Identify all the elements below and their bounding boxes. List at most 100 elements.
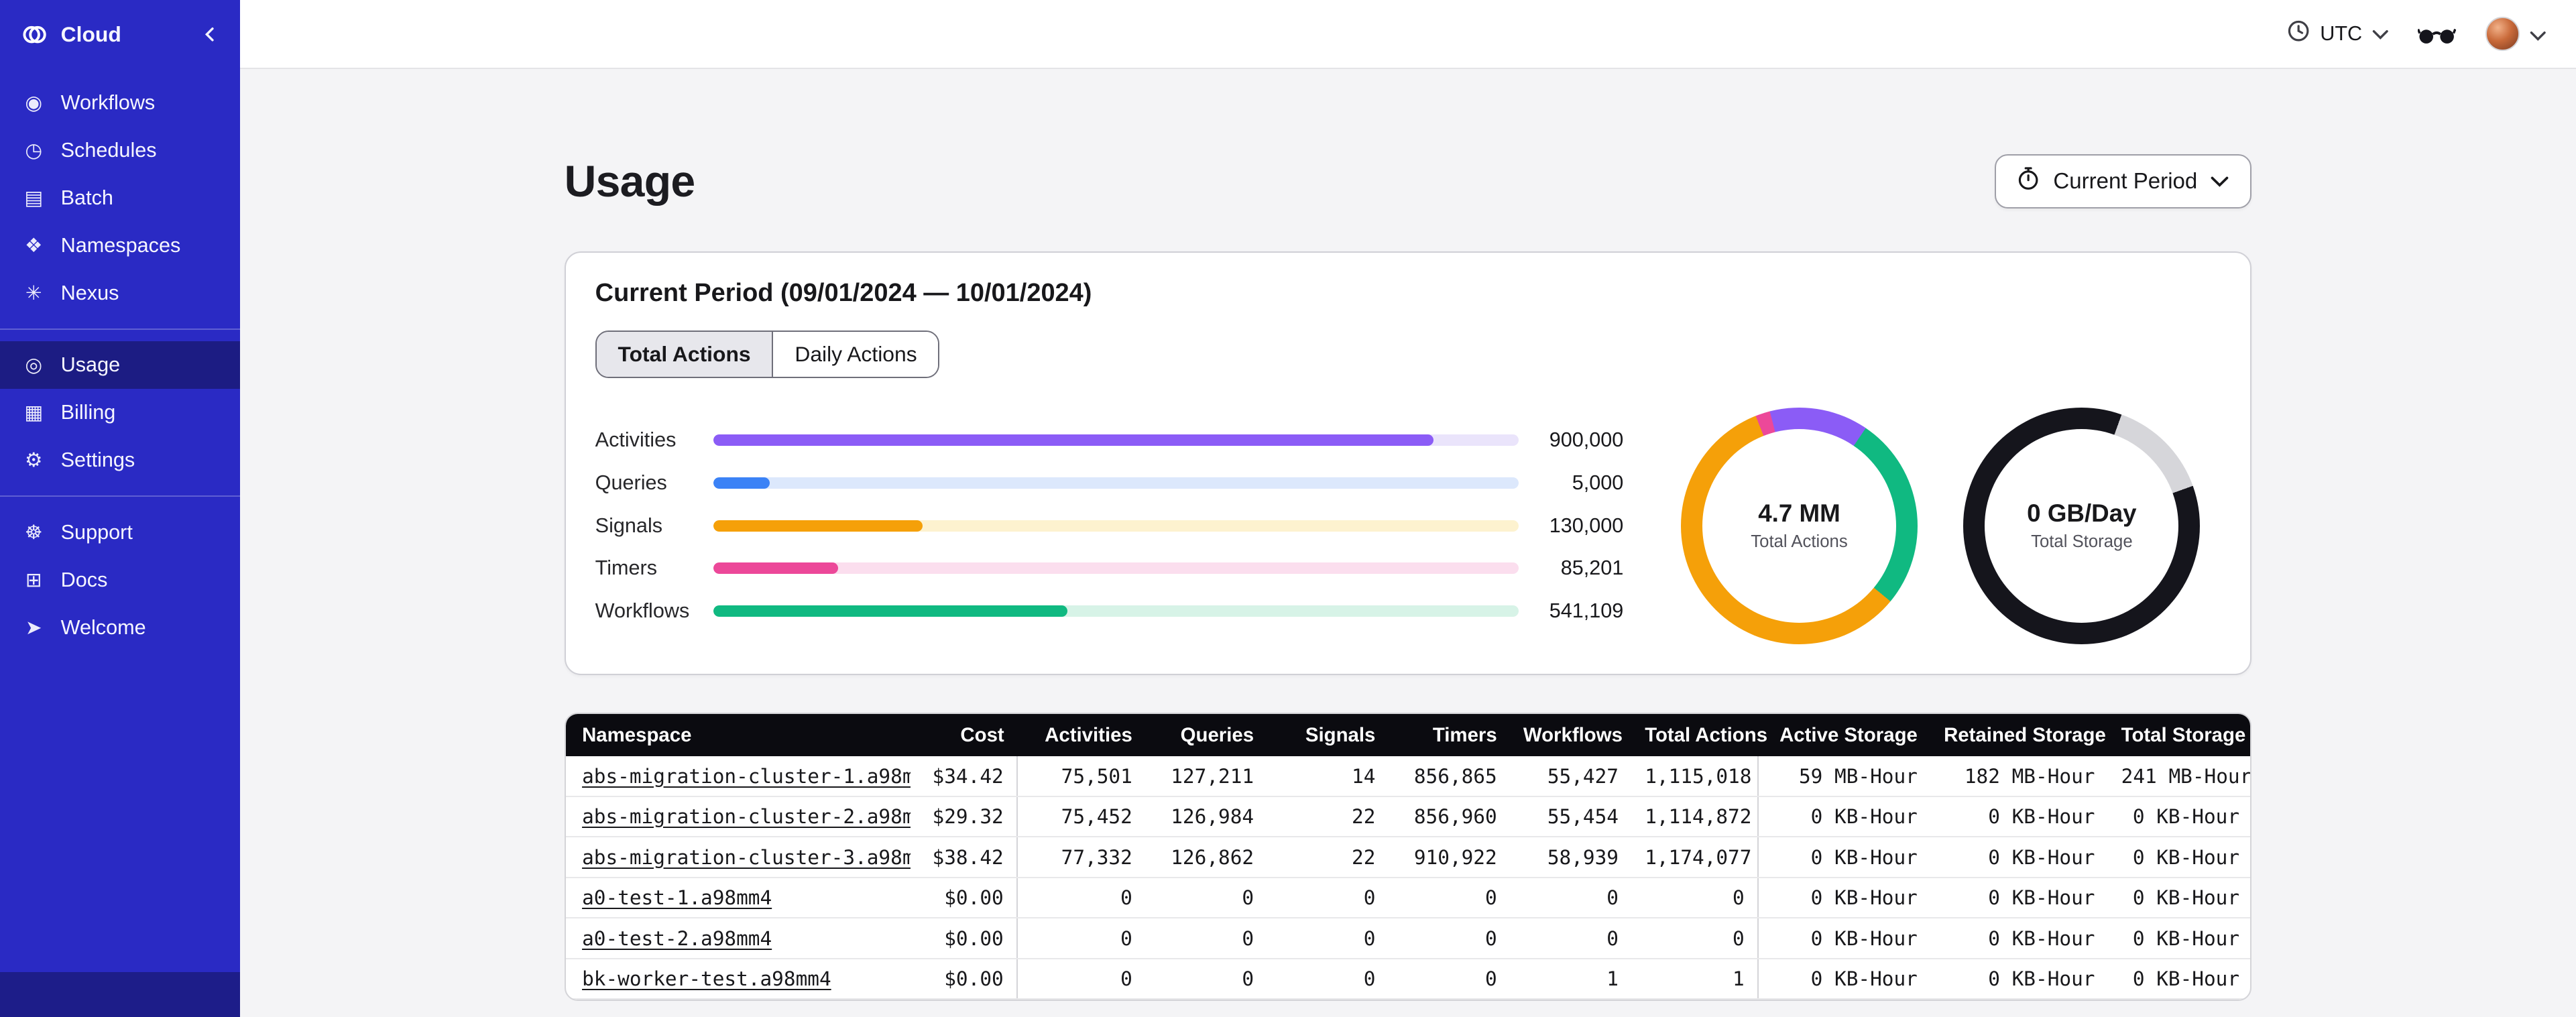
total-actions-cell: 0 bbox=[1631, 918, 1759, 959]
retained-storage-cell: 0 KB-Hour bbox=[1930, 958, 2109, 1000]
nav-item-icon: ⊞ bbox=[25, 569, 42, 591]
nav-item-icon: ◉ bbox=[25, 91, 43, 114]
actions-bar-chart: Activities 900,000 Queries 5,000 Signals… bbox=[595, 419, 1624, 632]
glasses-icon[interactable] bbox=[2418, 23, 2456, 45]
bar-value: 541,109 bbox=[1549, 599, 1624, 623]
actions-view-toggle: Total Actions Daily Actions bbox=[595, 331, 940, 378]
nav-item-label: Welcome bbox=[60, 615, 146, 639]
table-row: bk-worker-test.a98mm4 $0.00 0 0 0 0 1 1 … bbox=[565, 958, 2250, 1000]
nav-item-icon: ◎ bbox=[25, 354, 43, 377]
sidebar-item-nexus[interactable]: ✳ Nexus bbox=[0, 270, 240, 317]
nav-item-label: Batch bbox=[60, 186, 113, 209]
sidebar-item-support[interactable]: ☸ Support bbox=[0, 509, 240, 556]
sidebar-collapse-icon[interactable] bbox=[202, 26, 219, 43]
table-row: abs-migration-cluster-2.a98mm4 $29.32 75… bbox=[565, 796, 2250, 838]
period-dropdown-label: Current Period bbox=[2053, 168, 2198, 194]
nav-item-label: Usage bbox=[60, 353, 121, 377]
nav-item-icon: ▦ bbox=[24, 402, 44, 424]
sidebar-item-usage[interactable]: ◎ Usage bbox=[0, 341, 240, 390]
topbar: UTC bbox=[239, 0, 2576, 69]
total-storage-cell: 0 KB-Hour bbox=[2108, 796, 2250, 838]
sidebar-item-namespaces[interactable]: ❖ Namespaces bbox=[0, 222, 240, 270]
total-actions-cell: 1 bbox=[1631, 958, 1759, 1000]
sidebar-header[interactable]: Cloud bbox=[0, 0, 240, 69]
timezone-label: UTC bbox=[2320, 21, 2363, 45]
sidebar-item-batch[interactable]: ▤ Batch bbox=[0, 174, 240, 222]
namespace-link[interactable]: a0-test-1.a98mm4 bbox=[582, 886, 772, 909]
usage-card-title: Current Period (09/01/2024 — 10/01/2024) bbox=[595, 279, 1092, 307]
workflows-cell: 0 bbox=[1510, 877, 1632, 919]
nav-item-label: Workflows bbox=[60, 91, 156, 114]
table-row: abs-migration-cluster-1.a98mm4 $34.42 75… bbox=[565, 756, 2250, 797]
col-namespace: Namespace bbox=[565, 714, 911, 757]
nav-item-label: Support bbox=[60, 520, 133, 544]
total-actions-donut: 4.7 MM Total Actions bbox=[1681, 407, 1918, 644]
bar-row: Queries 5,000 bbox=[595, 462, 1624, 505]
period-dropdown-button[interactable]: Current Period bbox=[1994, 154, 2251, 209]
bar-label: Workflows bbox=[595, 599, 690, 623]
namespace-link[interactable]: abs-migration-cluster-2.a98mm4 bbox=[582, 805, 911, 828]
col-total-storage: Total Storage bbox=[2108, 714, 2250, 757]
stopwatch-icon bbox=[2017, 166, 2040, 197]
col-active-storage: Active Storage bbox=[1758, 714, 1931, 757]
namespace-link[interactable]: abs-migration-cluster-1.a98mm4 bbox=[582, 765, 911, 788]
col-queries: Queries bbox=[1145, 714, 1267, 757]
nav-item-icon: ✳ bbox=[25, 282, 42, 304]
sidebar-nav-support: ☸ Support ⊞ Docs ➤ Welcome bbox=[0, 509, 240, 652]
cost-cell: $0.00 bbox=[911, 958, 1018, 1000]
bar-track bbox=[713, 434, 1519, 446]
bar-fill bbox=[713, 434, 1434, 446]
total-storage-donut: 0 GB/Day Total Storage bbox=[1963, 407, 2201, 644]
signals-cell: 22 bbox=[1267, 796, 1389, 838]
sidebar-item-docs[interactable]: ⊞ Docs bbox=[0, 556, 240, 604]
sidebar-divider bbox=[0, 328, 240, 330]
nav-item-label: Schedules bbox=[60, 138, 157, 162]
bar-fill bbox=[713, 477, 770, 489]
bar-label: Timers bbox=[595, 556, 658, 580]
cost-cell: $34.42 bbox=[911, 756, 1018, 797]
sidebar-item-workflows[interactable]: ◉ Workflows bbox=[0, 79, 240, 127]
signals-cell: 14 bbox=[1267, 756, 1389, 797]
total-storage-cell: 0 KB-Hour bbox=[2108, 958, 2250, 1000]
sidebar-item-welcome[interactable]: ➤ Welcome bbox=[0, 604, 240, 652]
retained-storage-cell: 0 KB-Hour bbox=[1930, 837, 2109, 878]
nav-item-icon: ☸ bbox=[25, 521, 43, 544]
tab-total-actions[interactable]: Total Actions bbox=[596, 332, 774, 377]
nav-item-icon: ◷ bbox=[25, 139, 43, 162]
nav-item-icon: ➤ bbox=[25, 616, 42, 639]
sidebar-item-billing[interactable]: ▦ Billing bbox=[0, 389, 240, 436]
nav-item-label: Billing bbox=[60, 401, 116, 424]
usage-table-card: Namespace Cost Activities Queries Signal… bbox=[564, 713, 2251, 1002]
namespace-link[interactable]: abs-migration-cluster-3.a98mm4 bbox=[582, 846, 911, 869]
clock-icon bbox=[2287, 19, 2310, 48]
temporal-logo-icon bbox=[21, 21, 48, 48]
total-storage-cell: 241 MB-Hour bbox=[2108, 756, 2250, 797]
activities-cell: 77,332 bbox=[1016, 837, 1146, 878]
bar-fill bbox=[713, 562, 839, 575]
sidebar-nav-main: ◉ Workflows ◷ Schedules ▤ Batch ❖ Namesp… bbox=[0, 79, 240, 317]
profile-menu[interactable] bbox=[2485, 16, 2546, 52]
sidebar: Cloud ◉ Workflows ◷ Schedules ▤ Batch ❖ … bbox=[0, 0, 240, 1017]
bar-value: 130,000 bbox=[1549, 514, 1624, 537]
namespace-link[interactable]: bk-worker-test.a98mm4 bbox=[582, 967, 831, 990]
nav-item-icon: ▤ bbox=[24, 186, 44, 209]
signals-cell: 0 bbox=[1267, 958, 1389, 1000]
brand-label: Cloud bbox=[60, 21, 121, 46]
chevron-down-icon bbox=[2372, 22, 2389, 46]
namespace-link[interactable]: a0-test-2.a98mm4 bbox=[582, 927, 772, 950]
active-storage-cell: 0 KB-Hour bbox=[1757, 796, 1931, 838]
page-header: Usage Current Period bbox=[565, 154, 2251, 209]
timezone-selector[interactable]: UTC bbox=[2287, 19, 2388, 48]
sidebar-item-settings[interactable]: ⚙ Settings bbox=[0, 436, 240, 484]
sidebar-item-schedules[interactable]: ◷ Schedules bbox=[0, 127, 240, 174]
queries-cell: 127,211 bbox=[1145, 756, 1267, 797]
activities-cell: 75,501 bbox=[1016, 756, 1146, 797]
timers-cell: 0 bbox=[1389, 918, 1511, 959]
retained-storage-cell: 0 KB-Hour bbox=[1930, 918, 2109, 959]
tab-daily-actions[interactable]: Daily Actions bbox=[773, 332, 939, 377]
bar-value: 900,000 bbox=[1549, 428, 1624, 452]
signals-cell: 0 bbox=[1267, 877, 1389, 919]
avatar bbox=[2485, 16, 2520, 52]
retained-storage-cell: 0 KB-Hour bbox=[1930, 796, 2109, 838]
workflows-cell: 55,427 bbox=[1510, 756, 1632, 797]
